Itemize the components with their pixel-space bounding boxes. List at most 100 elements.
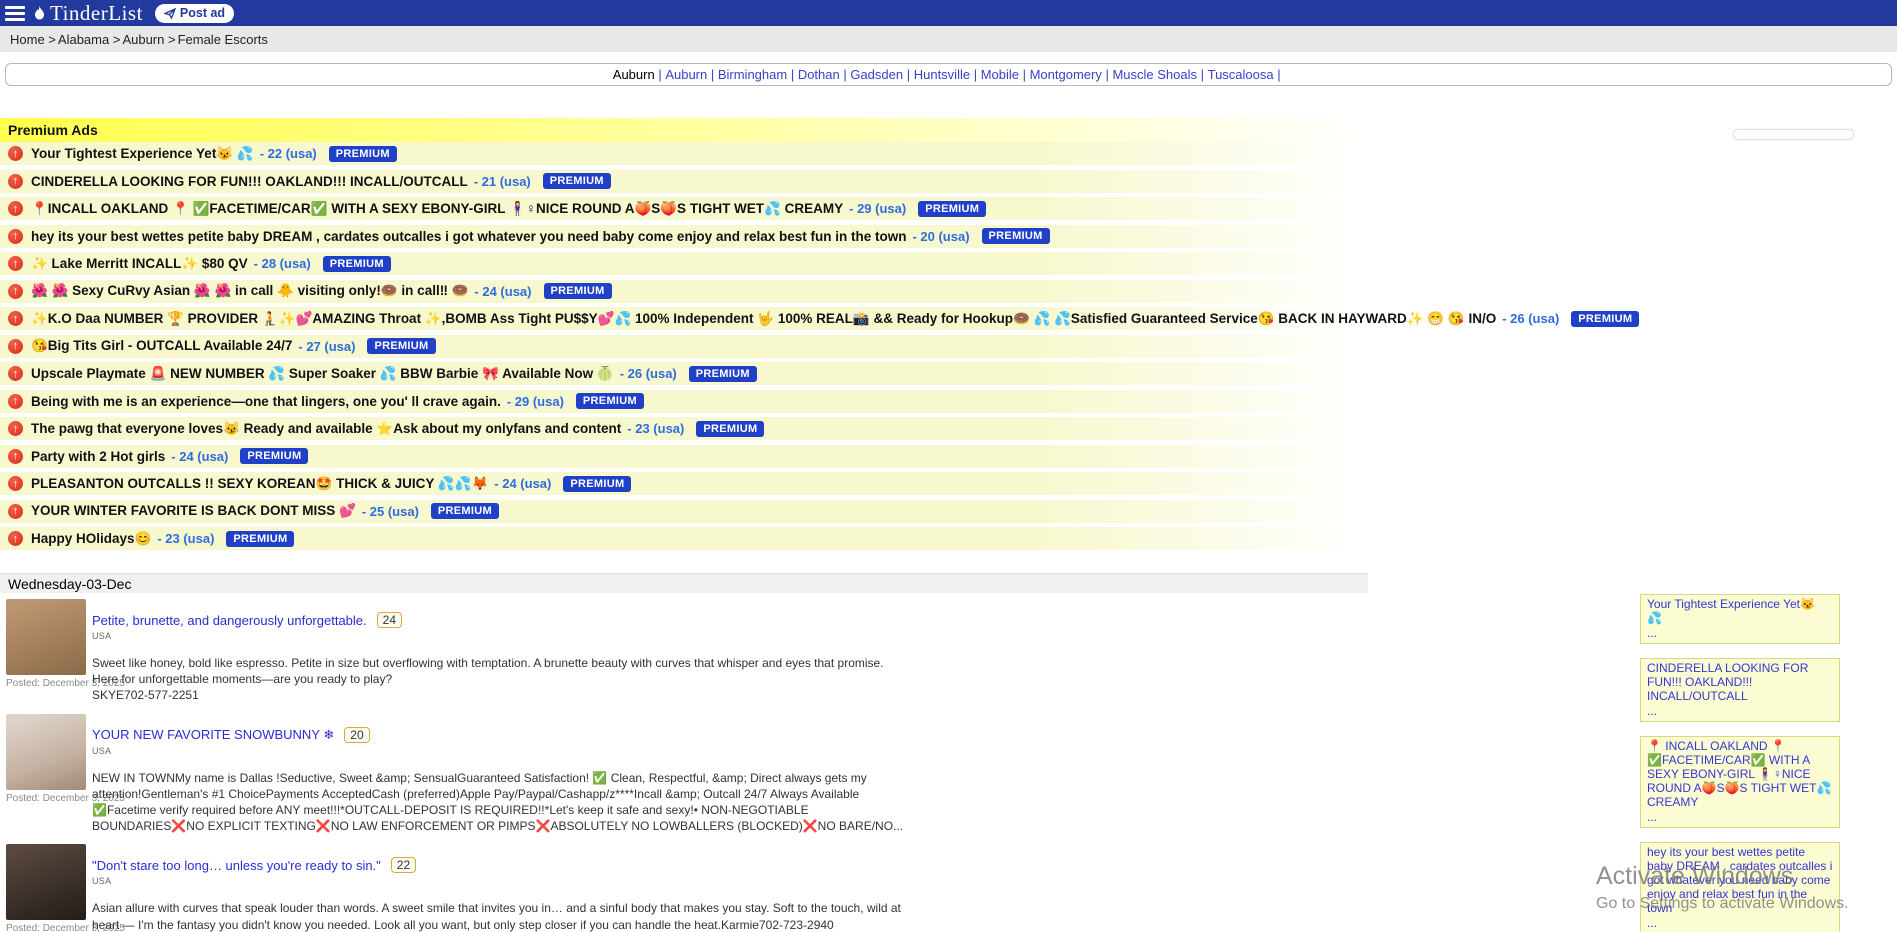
premium-ad-row[interactable]: ↑ YOUR WINTER FAVORITE IS BACK DONT MISS… xyxy=(0,500,1897,523)
premium-ad-title: ✨ Lake Merritt INCALL✨ $80 QV xyxy=(31,256,248,272)
up-arrow-icon: ↑ xyxy=(8,311,23,326)
sidebar-ad-title: Your Tightest Experience Yet😼 💦 xyxy=(1647,598,1833,626)
premium-badge: PREMIUM xyxy=(226,531,294,547)
premium-ad-title: Being with me is an experience—one that … xyxy=(31,394,501,409)
premium-badge: PREMIUM xyxy=(696,421,764,437)
listing-body: YOUR NEW FAVORITE SNOWBUNNY ❄ 20 USA NEW… xyxy=(92,714,910,835)
city-link[interactable]: Montgomery xyxy=(1030,67,1113,82)
city-link[interactable]: Gadsden xyxy=(850,67,913,82)
premium-ad-age: - 29 (usa) xyxy=(507,394,564,409)
premium-ad-row[interactable]: ↑ ✨K.O Daa NUMBER 🏆 PROVIDER 🧎✨💕AMAZING … xyxy=(0,307,1897,330)
sidebar-ad-title: hey its your best wettes petite baby DRE… xyxy=(1647,846,1833,916)
premium-ad-row[interactable]: ↑ Your Tightest Experience Yet😼 💦 - 22 (… xyxy=(0,142,1897,165)
listing-body: Petite, brunette, and dangerously unforg… xyxy=(92,599,910,704)
premium-badge: PREMIUM xyxy=(982,228,1050,244)
premium-ad-row[interactable]: ↑ The pawg that everyone loves😼 Ready an… xyxy=(0,417,1897,440)
flame-icon xyxy=(32,5,47,22)
premium-ad-age: - 24 (usa) xyxy=(494,476,551,491)
up-arrow-icon: ↑ xyxy=(8,504,23,519)
city-link[interactable]: Muscle Shoals xyxy=(1112,67,1207,82)
premium-ad-row[interactable]: ↑ 📍INCALL OAKLAND 📍 ✅FACETIME/CAR✅ WITH … xyxy=(0,197,1897,220)
premium-ad-row[interactable]: ↑ Happy HOlidays😊 - 23 (usa) PREMIUM xyxy=(0,527,1897,550)
site-logo[interactable]: TinderList xyxy=(32,1,143,26)
premium-badge: PREMIUM xyxy=(544,283,612,299)
listing-title-row: YOUR NEW FAVORITE SNOWBUNNY ❄ 20 xyxy=(92,727,910,743)
premium-ad-title: ✨K.O Daa NUMBER 🏆 PROVIDER 🧎✨💕AMAZING Th… xyxy=(31,311,1496,327)
up-arrow-icon: ↑ xyxy=(8,201,23,216)
listings-feed: Posted: December 3, 2025 Petite, brunett… xyxy=(0,599,1368,932)
premium-ad-row[interactable]: ↑ Upscale Playmate 🚨 NEW NUMBER 💦 Super … xyxy=(0,362,1897,385)
premium-ad-row[interactable]: ↑ 😘Big Tits Girl - OUTCALL Available 24/… xyxy=(0,335,1897,358)
premium-ad-age: - 23 (usa) xyxy=(157,531,214,546)
paper-plane-icon xyxy=(164,8,176,19)
up-arrow-icon: ↑ xyxy=(8,284,23,299)
site-title: TinderList xyxy=(50,1,143,26)
city-link[interactable]: Auburn xyxy=(665,67,718,82)
premium-ad-title: Happy HOlidays😊 xyxy=(31,531,151,547)
sidebar-ad-title: CINDERELLA LOOKING FOR FUN!!! OAKLAND!!!… xyxy=(1647,662,1833,704)
listing-title-link[interactable]: "Don't stare too long… unless you're rea… xyxy=(92,858,381,873)
up-arrow-icon: ↑ xyxy=(8,339,23,354)
premium-badge: PREMIUM xyxy=(367,338,435,354)
city-link[interactable]: Mobile xyxy=(981,67,1030,82)
listing-title-link[interactable]: YOUR NEW FAVORITE SNOWBUNNY ❄ xyxy=(92,727,334,743)
up-arrow-icon: ↑ xyxy=(8,476,23,491)
premium-badge: PREMIUM xyxy=(329,146,397,162)
premium-ad-title: hey its your best wettes petite baby DRE… xyxy=(31,229,906,244)
sidebar-ad-card[interactable]: 📍 INCALL OAKLAND 📍 ✅FACETIME/CAR✅ WITH A… xyxy=(1640,736,1840,828)
premium-ad-row[interactable]: ↑ ✨ Lake Merritt INCALL✨ $80 QV - 28 (us… xyxy=(0,252,1897,275)
city-link[interactable]: Tuscaloosa xyxy=(1208,67,1285,82)
breadcrumb-link[interactable]: Auburn xyxy=(122,32,177,47)
premium-ad-age: - 23 (usa) xyxy=(627,421,684,436)
up-arrow-icon: ↑ xyxy=(8,229,23,244)
page: TinderList Post ad Home Alabama Auburn F… xyxy=(0,0,1897,932)
sidebar-ad-card[interactable]: hey its your best wettes petite baby DRE… xyxy=(1640,842,1840,932)
hamburger-menu-icon[interactable] xyxy=(0,0,30,26)
listing-age-badge: 22 xyxy=(391,857,416,873)
sidebar-ad-more: ... xyxy=(1647,810,1833,824)
premium-ad-row[interactable]: ↑ PLEASANTON OUTCALLS !! SEXY KOREAN🤩 TH… xyxy=(0,472,1897,495)
sidebar-ad-card[interactable]: Your Tightest Experience Yet😼 💦 ... xyxy=(1640,594,1840,644)
premium-badge: PREMIUM xyxy=(563,476,631,492)
premium-badge: PREMIUM xyxy=(323,256,391,272)
premium-ad-age: - 20 (usa) xyxy=(912,229,969,244)
sidebar-ad-card[interactable]: CINDERELLA LOOKING FOR FUN!!! OAKLAND!!!… xyxy=(1640,658,1840,722)
city-link[interactable]: Huntsville xyxy=(914,67,981,82)
premium-ad-row[interactable]: ↑ 🌺 🌺 Sexy CuRvy Asian 🌺 🌺 in call 🐥 vis… xyxy=(0,280,1897,303)
premium-ad-row[interactable]: ↑ Party with 2 Hot girls - 24 (usa) PREM… xyxy=(0,445,1897,468)
premium-badge: PREMIUM xyxy=(543,173,611,189)
sidebar-ad-title: 📍 INCALL OAKLAND 📍 ✅FACETIME/CAR✅ WITH A… xyxy=(1647,740,1833,810)
premium-ad-title: CINDERELLA LOOKING FOR FUN!!! OAKLAND!!!… xyxy=(31,174,468,189)
sidebar-ad-more: ... xyxy=(1647,704,1833,718)
listing-country: USA xyxy=(92,631,910,641)
city-link[interactable]: Birmingham xyxy=(718,67,798,82)
sidebar-ad-more: ... xyxy=(1647,626,1833,640)
premium-ad-age: - 24 (usa) xyxy=(171,449,228,464)
premium-ad-row[interactable]: ↑ hey its your best wettes petite baby D… xyxy=(0,225,1897,248)
city-link[interactable]: Dothan xyxy=(798,67,851,82)
premium-badge: PREMIUM xyxy=(918,201,986,217)
breadcrumb-link[interactable]: Home xyxy=(10,32,58,47)
up-arrow-icon: ↑ xyxy=(8,174,23,189)
breadcrumb: Home Alabama Auburn Female Escorts xyxy=(0,26,1897,52)
city-nav-box: Auburn Auburn Birmingham Dothan Gadsden … xyxy=(5,63,1892,86)
listing-country: USA xyxy=(92,746,910,756)
breadcrumb-link[interactable]: Female Escorts xyxy=(178,32,270,47)
listing-thumbnail[interactable] xyxy=(6,714,86,790)
listing-thumbnail[interactable] xyxy=(6,599,86,675)
premium-badge: PREMIUM xyxy=(431,503,499,519)
premium-ad-title: PLEASANTON OUTCALLS !! SEXY KOREAN🤩 THIC… xyxy=(31,476,488,492)
premium-ad-row[interactable]: ↑ Being with me is an experience—one tha… xyxy=(0,390,1897,413)
ad-placeholder-box xyxy=(1733,129,1854,140)
post-ad-button[interactable]: Post ad xyxy=(155,4,234,23)
listing-photo-column: Posted: December 3, 2025 xyxy=(0,599,92,704)
listing-thumbnail[interactable] xyxy=(6,844,86,920)
up-arrow-icon: ↑ xyxy=(8,531,23,546)
listing-photo-column: Posted: December 3, 2025 xyxy=(0,844,92,932)
sidebar-premium-ads: Your Tightest Experience Yet😼 💦 ... CIND… xyxy=(1640,594,1840,932)
premium-ad-row[interactable]: ↑ CINDERELLA LOOKING FOR FUN!!! OAKLAND!… xyxy=(0,170,1897,193)
breadcrumb-link[interactable]: Alabama xyxy=(58,32,123,47)
listing-title-link[interactable]: Petite, brunette, and dangerously unforg… xyxy=(92,613,367,628)
listing-row: Posted: December 3, 2025 "Don't stare to… xyxy=(0,844,1368,932)
up-arrow-icon: ↑ xyxy=(8,449,23,464)
